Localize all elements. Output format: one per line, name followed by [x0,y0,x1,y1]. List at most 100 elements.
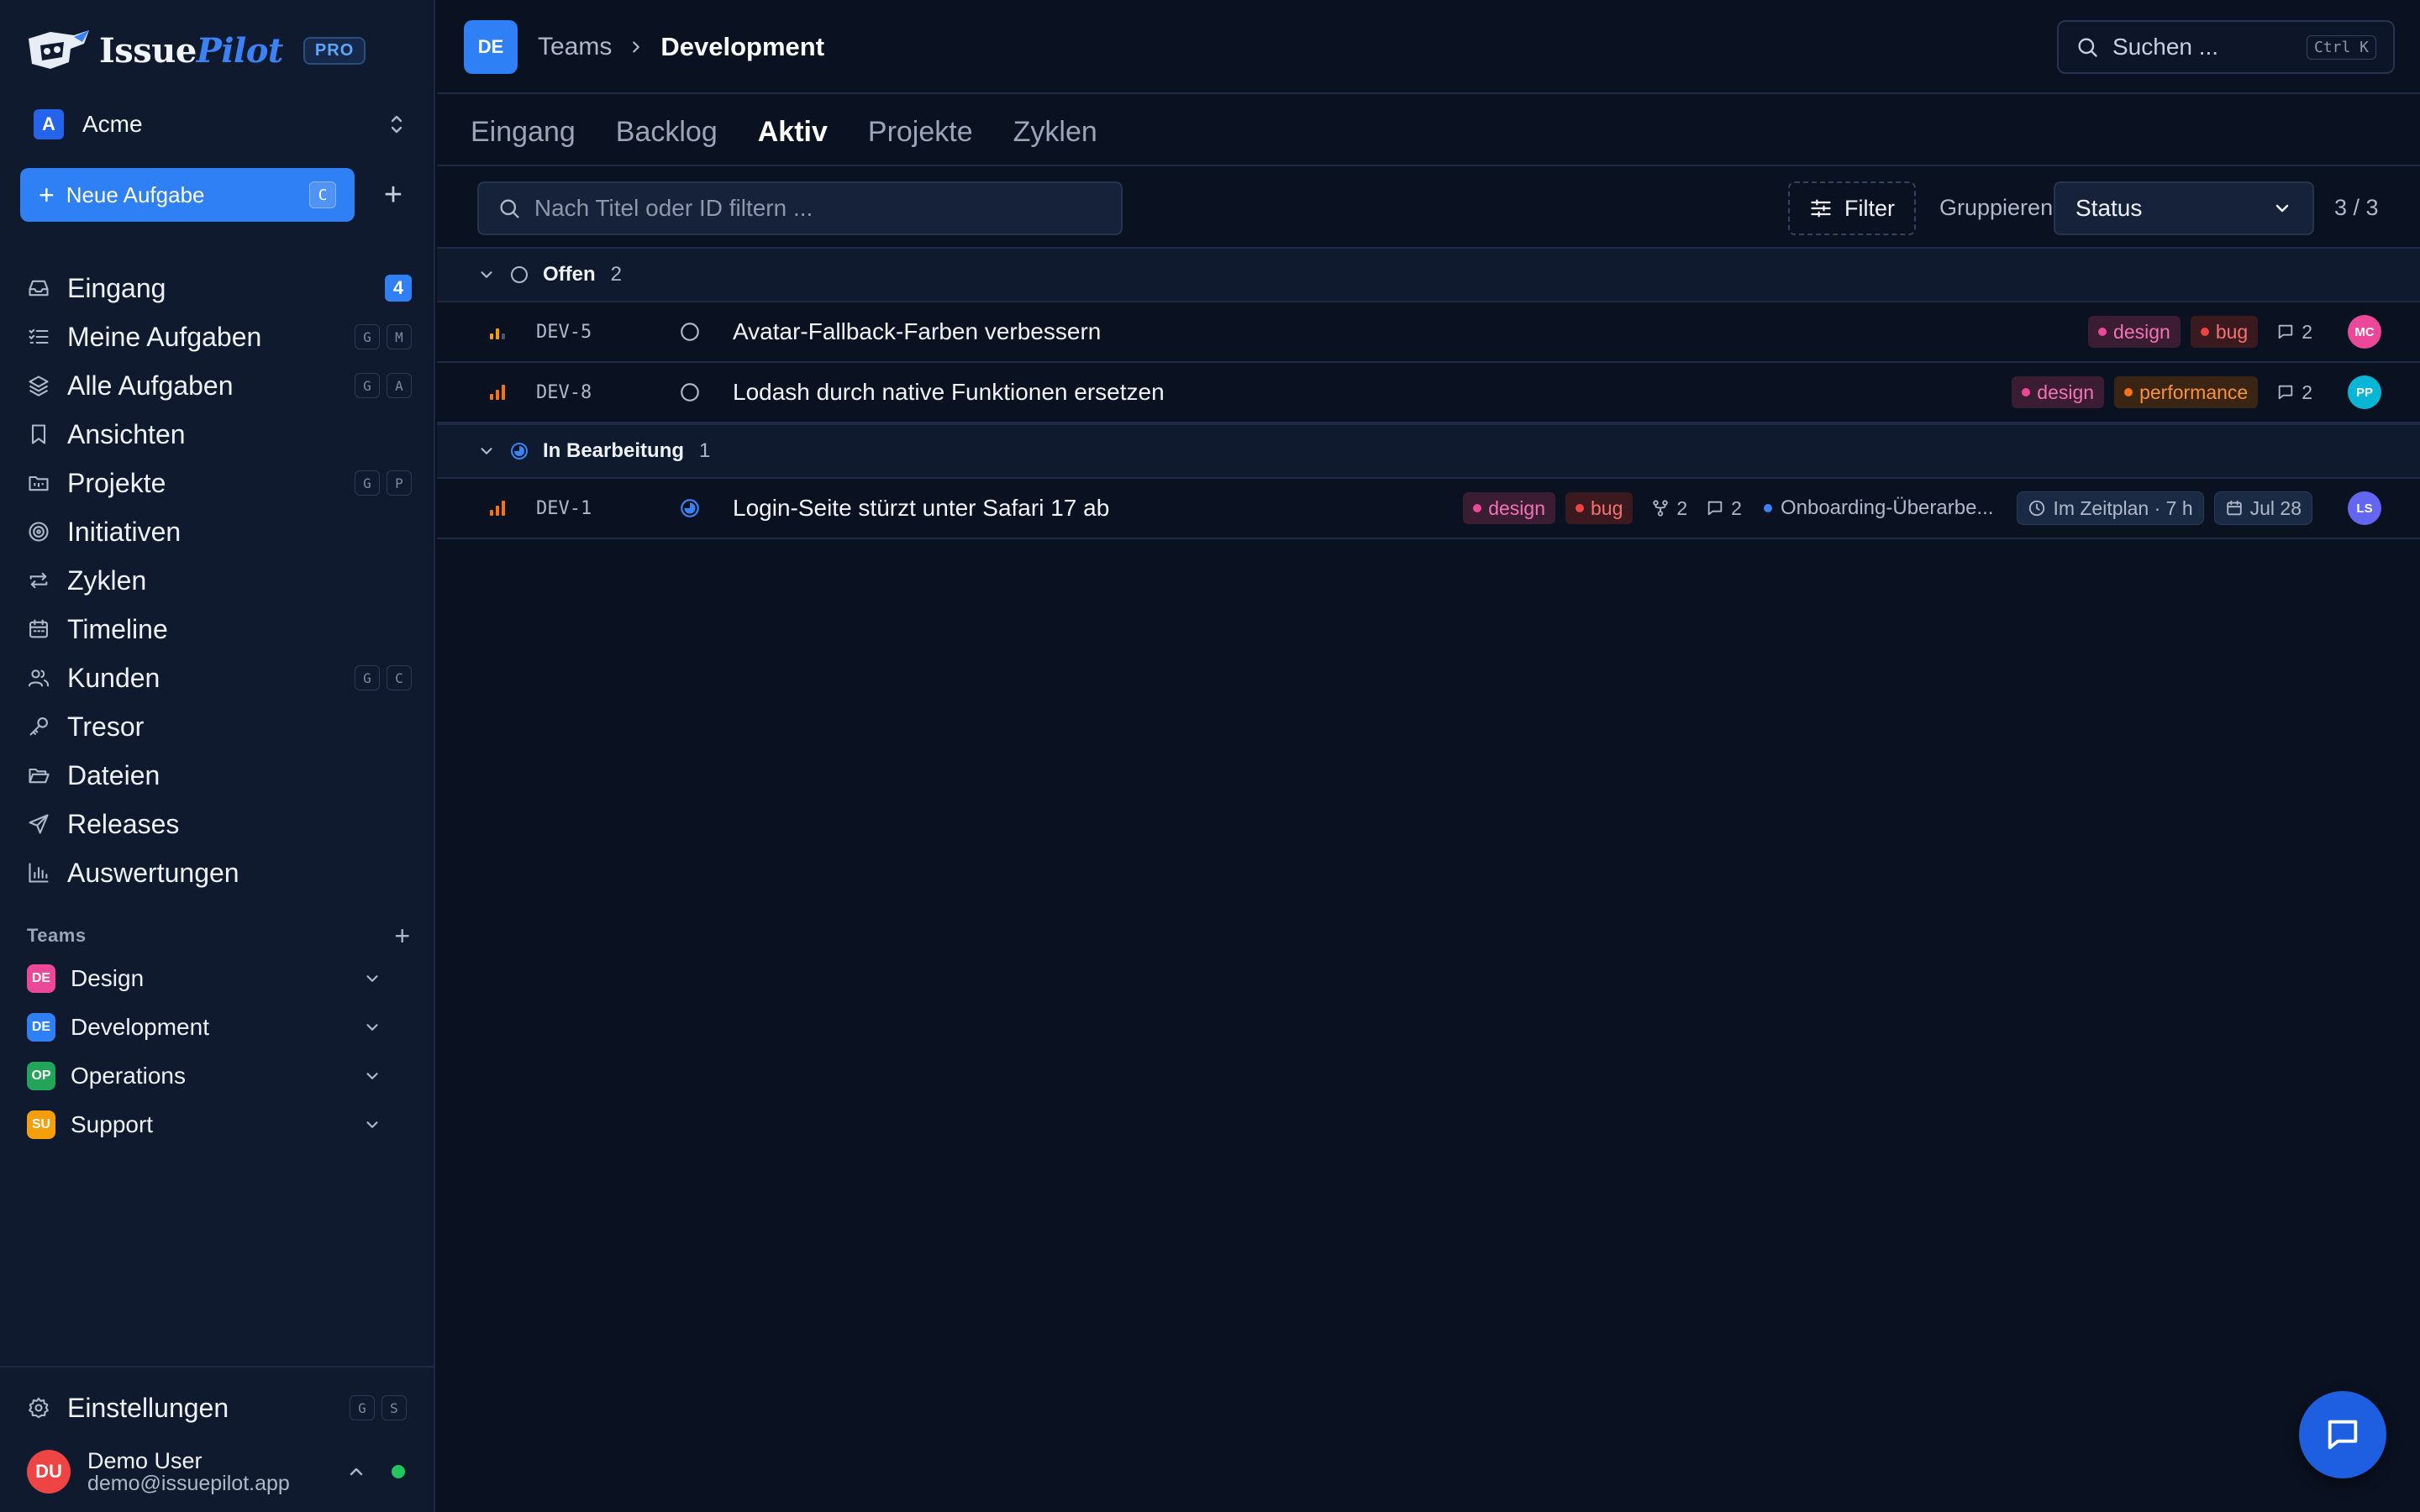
repeat-icon [29,572,48,589]
schedule-badge: Im Zeitplan · 7 h [2017,491,2204,525]
status-in-progress-icon[interactable] [679,497,701,519]
sidebar-item-projekte[interactable]: Projekte GP [20,459,415,507]
calendar-icon [2226,500,2242,516]
global-search[interactable]: Suchen ... Ctrl K [2057,20,2395,74]
sidebar-item-meine-aufgaben[interactable]: Meine Aufgaben GM [20,312,415,361]
chevron-down-icon[interactable] [363,1018,381,1037]
tab-zyklen[interactable]: Zyklen [1013,116,1097,160]
workspace-name: Acme [82,111,143,137]
sidebar-item-releases[interactable]: Releases [20,800,415,848]
send-icon [29,814,49,834]
sidebar-item-label: Auswertungen [67,857,239,888]
layers-icon [29,375,49,396]
team-item-development[interactable]: DE Development [27,1003,381,1052]
label-tag[interactable]: design [2012,376,2105,408]
shortcut-key: G [350,1395,375,1420]
sidebar-item-label: Einstellungen [67,1392,229,1423]
issue-list: Offen 2 DEV-5 Avatar-Fallback-Farben ver… [437,247,2420,539]
add-team-button[interactable]: + [394,922,410,949]
team-avatar: DE [27,964,55,993]
chevron-down-icon[interactable] [363,969,381,988]
breadcrumb-parent[interactable]: Teams [538,33,612,61]
teams-heading: Teams [27,925,87,946]
shortcut-key: M [387,324,412,349]
sidebar-item-label: Alle Aufgaben [67,370,234,401]
status-open-icon[interactable] [679,321,701,343]
issue-meta: design bug 2 MC [2088,315,2381,349]
assignee-avatar[interactable]: PP [2348,375,2381,409]
filter-input[interactable] [534,195,1102,222]
workspace-switcher[interactable]: A Acme [34,108,407,141]
project-link[interactable]: Onboarding-Überarbe... [1763,496,1993,520]
issue-filter-search[interactable] [477,181,1123,235]
sidebar-item-ansichten[interactable]: Ansichten [20,410,415,459]
status-group-count: 2 [610,263,623,286]
issue-title: Avatar-Fallback-Farben verbessern [733,318,1102,344]
pro-badge: PRO [302,36,366,65]
sidebar-item-label: Initiativen [67,516,182,547]
comment-icon [2278,385,2293,400]
logo-icon [29,30,89,69]
sidebar-item-label: Meine Aufgaben [67,321,262,352]
label-tag[interactable]: design [1463,492,1555,524]
team-item-operations[interactable]: OP Operations [27,1052,381,1100]
label-tag[interactable]: bug [2190,316,2259,348]
top-bar: DE Teams Development Suchen ... Ctrl K [437,0,2420,94]
sidebar-item-timeline[interactable]: Timeline [20,605,415,654]
tab-backlog[interactable]: Backlog [616,116,718,160]
comment-icon [2278,324,2293,339]
chevron-down-icon[interactable] [363,1116,381,1134]
sidebar-item-tresor[interactable]: Tresor [20,702,415,751]
chevron-down-icon[interactable] [363,1067,381,1085]
tab-projekte[interactable]: Projekte [868,116,973,160]
label-tag[interactable]: design [2088,316,2181,348]
app-logo[interactable]: IssuePilot PRO [25,29,366,72]
gear-icon [29,1397,49,1419]
filter-bar: Filter Gruppieren Status 3 / 3 [437,166,2420,247]
tab-eingang[interactable]: Eingang [471,116,576,160]
issue-row[interactable]: DEV-5 Avatar-Fallback-Farben verbessern … [437,302,2420,363]
sidebar-item-kunden[interactable]: Kunden GC [20,654,415,702]
tab-aktiv[interactable]: Aktiv [758,116,828,160]
sidebar-item-eingang[interactable]: Eingang 4 [20,264,415,312]
folder-kanban-icon [29,475,49,491]
comment-count: 2 [2276,381,2312,404]
due-date-badge[interactable]: Jul 28 [2213,491,2312,525]
shortcut-key: G [355,373,380,398]
assignee-avatar[interactable]: LS [2348,491,2381,525]
search-placeholder: Suchen ... [2112,34,2219,60]
priority-high-icon [490,501,505,516]
label-tag[interactable]: performance [2114,376,2259,408]
issue-title: Lodash durch native Funktionen ersetzen [733,379,1165,405]
key-icon [29,717,48,736]
issue-id: DEV-8 [536,381,592,403]
avatar: DU [27,1450,71,1494]
sidebar-item-alle-aufgaben[interactable]: Alle Aufgaben GA [20,361,415,410]
sidebar-item-zyklen[interactable]: Zyklen [20,556,415,605]
sidebar-item-auswertungen[interactable]: Auswertungen [20,848,415,897]
filter-button[interactable]: Filter [1788,181,1916,235]
sidebar-footer: Einstellungen GS DU Demo User demo@issue… [0,1366,435,1512]
sidebar-item-dateien[interactable]: Dateien [20,751,415,800]
search-icon [2078,38,2097,57]
issue-row[interactable]: DEV-1 Login-Seite stürzt unter Safari 17… [437,479,2420,539]
chat-button[interactable] [2299,1391,2386,1478]
group-by-select[interactable]: Status [2054,181,2314,235]
breadcrumb-current: Development [660,32,825,61]
assignee-avatar[interactable]: MC [2348,315,2381,349]
team-item-support[interactable]: SU Support [27,1100,381,1149]
issue-row[interactable]: DEV-8 Lodash durch native Funktionen ers… [437,363,2420,423]
team-avatar: SU [27,1110,55,1139]
create-menu-button[interactable]: + [375,176,412,213]
status-group-header[interactable]: In Bearbeitung 1 [437,423,2420,479]
sidebar-item-einstellungen[interactable]: Einstellungen GS [27,1389,410,1426]
user-menu[interactable]: DU Demo User demo@issuepilot.app [27,1446,410,1497]
sidebar-item-initiativen[interactable]: Initiativen [20,507,415,556]
label-tag[interactable]: bug [1565,492,1634,524]
new-task-button[interactable]: + Neue Aufgabe C [20,168,355,222]
bookmark-icon [31,424,46,444]
team-item-design[interactable]: DE Design [27,954,381,1003]
status-group-header[interactable]: Offen 2 [437,247,2420,302]
status-open-icon[interactable] [679,381,701,403]
folder-open-icon [29,768,50,784]
